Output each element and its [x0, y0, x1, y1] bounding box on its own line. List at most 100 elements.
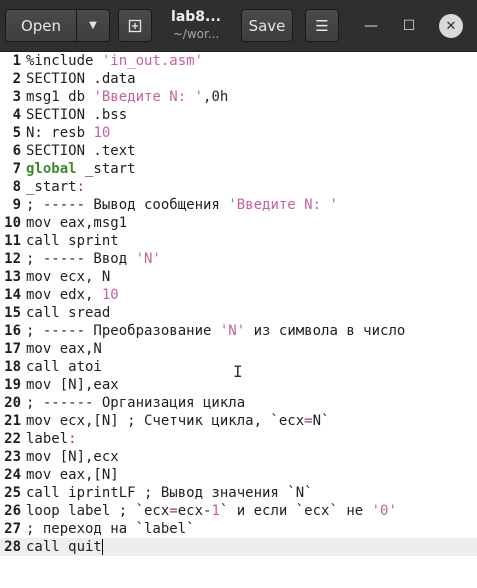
code-token: N`	[312, 413, 330, 429]
code-line[interactable]: 12 ; ----- Ввод 'N'	[0, 250, 477, 268]
code-text: mov ecx,[N] ; Счетчик цикла, `ecx=N`	[26, 412, 329, 430]
code-token: mov [N],eax	[26, 377, 119, 393]
minimize-button[interactable]: —	[360, 15, 382, 37]
line-number: 21	[4, 413, 21, 429]
code-token: call quit	[26, 539, 102, 555]
line-number: 3	[12, 89, 21, 105]
code-token: call iprintLF ; Вывод значения `N`	[26, 485, 313, 501]
code-token: 'N'	[135, 251, 161, 267]
code-token: 'N'	[219, 323, 246, 339]
code-line[interactable]: 28 call quit	[0, 538, 477, 556]
code-line[interactable]: 1 %include 'in_out.asm'	[0, 52, 477, 70]
code-token: mov edx,	[26, 287, 102, 303]
code-line[interactable]: 24 mov eax,[N]	[0, 466, 477, 484]
code-line[interactable]: 4 SECTION .bss	[0, 106, 477, 124]
code-text: SECTION .data	[26, 70, 136, 88]
code-line[interactable]: 5 N: resb 10	[0, 124, 477, 142]
line-number: 15	[4, 305, 21, 321]
code-text: loop label ; `ecx=ecx-1` и если `ecx` не…	[26, 502, 397, 520]
line-number: 7	[12, 161, 21, 177]
code-line[interactable]: 23 mov [N],ecx	[0, 448, 477, 466]
code-text: global _start	[26, 160, 136, 178]
save-button[interactable]: Save	[241, 9, 293, 42]
code-token: 'Введите N: '	[93, 89, 204, 105]
code-line[interactable]: 13 mov ecx, N	[0, 268, 477, 286]
code-token: N: resb	[26, 125, 94, 141]
code-line[interactable]: 11 call sprint	[0, 232, 477, 250]
maximize-button[interactable]: ☐	[398, 15, 420, 37]
new-tab-button[interactable]	[118, 9, 152, 42]
code-line[interactable]: 14 mov edx, 10	[0, 286, 477, 304]
code-token: msg1 db	[26, 89, 94, 105]
line-number: 25	[4, 485, 21, 501]
code-token: :	[76, 179, 86, 195]
code-text: mov eax,N	[26, 340, 102, 358]
code-line[interactable]: 8 _start:	[0, 178, 477, 196]
code-line[interactable]: 3 msg1 db 'Введите N: ',0h	[0, 88, 477, 106]
code-text: msg1 db 'Введите N: ',0h	[26, 88, 228, 106]
code-token: _start	[76, 161, 136, 177]
code-token: mov [N],ecx	[26, 449, 119, 465]
code-text: SECTION .text	[26, 142, 136, 160]
text-cursor-icon: I	[233, 362, 243, 381]
code-token: ecx-	[177, 503, 212, 519]
code-token: =	[304, 413, 313, 429]
line-number: 23	[4, 449, 21, 465]
document-title-area: lab8... ~/wor...	[160, 8, 232, 42]
code-token: loop label ; `ecx	[26, 503, 170, 519]
code-line[interactable]: 2 SECTION .data	[0, 70, 477, 88]
code-line[interactable]: 9 ; ----- Вывод сообщения 'Введите N: '	[0, 196, 477, 214]
code-token: SECTION .data	[26, 71, 136, 87]
line-number: 8	[12, 179, 21, 195]
code-line[interactable]: 26 loop label ; `ecx=ecx-1` и если `ecx` …	[0, 502, 477, 520]
code-text: mov eax,msg1	[26, 214, 127, 232]
code-token: 10	[93, 125, 111, 141]
text-editor-area[interactable]: 1 %include 'in_out.asm' 2 SECTION .data 3 msg…	[0, 52, 477, 588]
code-text: call atoi	[26, 358, 102, 376]
code-line[interactable]: 17 mov eax,N	[0, 340, 477, 358]
code-token: call sread	[26, 305, 111, 321]
code-token: ; ----- Вывод сообщения	[26, 197, 229, 213]
new-document-icon	[128, 19, 142, 32]
open-menu-button[interactable]: ▼	[76, 9, 110, 42]
line-number: 22	[4, 431, 21, 447]
code-token: ,0h	[203, 89, 229, 105]
code-token: 'Введите N: '	[228, 197, 338, 213]
text-caret	[101, 539, 103, 555]
gedit-window: Open ▼ lab8... ~/wor... Save ☰ — ☐ ✕ 1 %…	[0, 0, 477, 588]
code-line[interactable]: 15 call sread	[0, 304, 477, 322]
code-line[interactable]: 20 ; ------ Организация цикла	[0, 394, 477, 412]
code-token: call atoi	[26, 359, 102, 375]
line-number: 17	[4, 341, 21, 357]
code-line[interactable]: 27 ; переход на `label`	[0, 520, 477, 538]
line-number: 13	[4, 269, 21, 285]
line-number: 16	[4, 323, 21, 339]
line-number: 19	[4, 377, 21, 393]
open-button-label: Open	[20, 16, 62, 35]
code-text: mov [N],eax	[26, 376, 119, 394]
code-line[interactable]: 22 label:	[0, 430, 477, 448]
code-token: 'in_out.asm'	[101, 53, 204, 69]
code-token: ; ----- Преобразование	[26, 323, 220, 339]
close-button[interactable]: ✕	[439, 14, 463, 38]
code-line[interactable]: 21 mov ecx,[N] ; Счетчик цикла, `ecx=N`	[0, 412, 477, 430]
code-text: mov eax,[N]	[26, 466, 119, 484]
code-token: ; переход на `label`	[26, 521, 195, 537]
code-line[interactable]: 10 mov eax,msg1	[0, 214, 477, 232]
line-number: 9	[12, 197, 21, 213]
code-token: из символа в число	[245, 323, 406, 339]
code-line[interactable]: 7 global _start	[0, 160, 477, 178]
code-line[interactable]: 25 call iprintLF ; Вывод значения `N`	[0, 484, 477, 502]
line-number: 1	[12, 53, 21, 69]
code-line[interactable]: 16 ; ----- Преобразование 'N' из символа …	[0, 322, 477, 340]
code-token: mov ecx,[N] ; Счетчик цикла, `ecx	[26, 413, 305, 429]
line-number: 10	[4, 215, 21, 231]
code-line[interactable]: 6 SECTION .text	[0, 142, 477, 160]
main-menu-button[interactable]: ☰	[305, 9, 339, 42]
chevron-down-icon: ▼	[89, 20, 97, 31]
code-text: call sread	[26, 304, 110, 322]
line-number: 2	[12, 71, 21, 87]
code-text: mov [N],ecx	[26, 448, 119, 466]
open-button[interactable]: Open	[5, 9, 77, 42]
code-text: N: resb 10	[26, 124, 110, 142]
